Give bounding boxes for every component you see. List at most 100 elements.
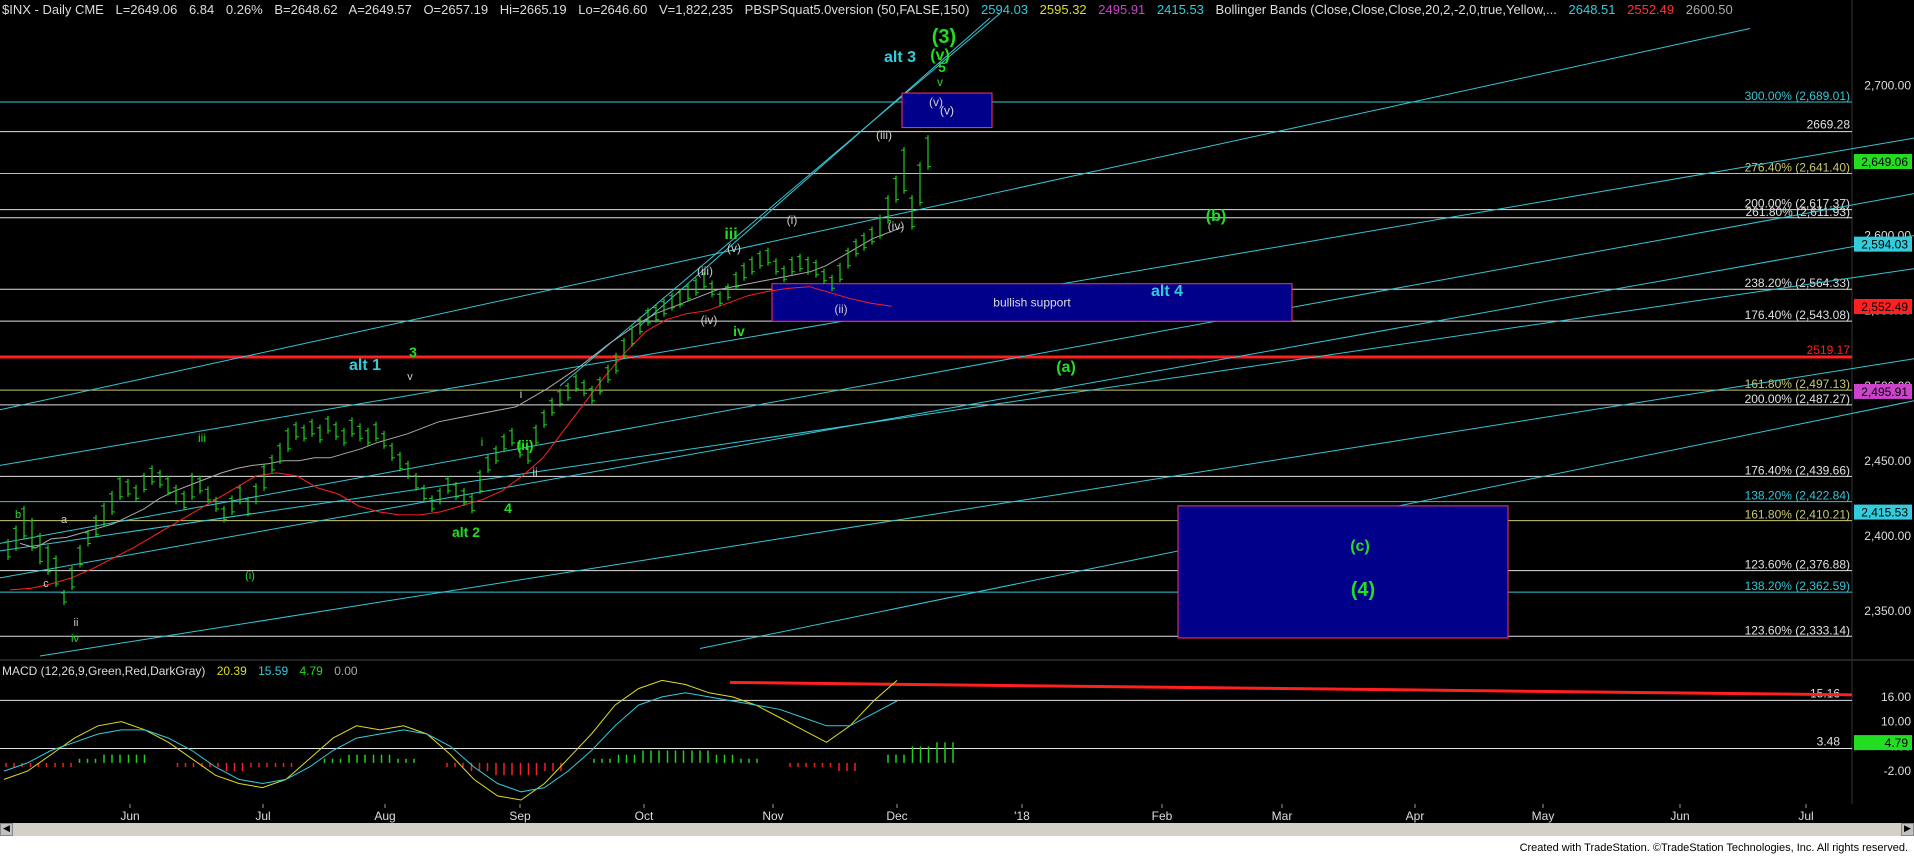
wave-label: 5 [938,59,946,75]
wave-label: b [15,509,21,521]
wave-label: (v) [727,241,741,255]
fib-label: 123.60% (2,376.88) [1745,558,1850,572]
x-tick-label: Feb [1152,809,1173,823]
wave-label: alt 4 [1151,283,1183,300]
macd-value-3: 4.79 [299,664,323,678]
study1-value-1: 2594.03 [981,2,1029,17]
box-label: bullish support [993,295,1071,309]
x-tick-label: Jul [255,809,270,823]
macd-level-label: 3.48 [1817,735,1841,749]
macd-tick-label: -2.00 [1884,764,1912,778]
fib-label: 261.80% (2,611.93) [1745,205,1850,219]
wave-label: (i) [787,213,798,227]
x-tick-label: Sep [509,809,531,823]
macd-tick-label: 10.00 [1881,715,1911,729]
fib-label: 200.00% (2,487.27) [1745,392,1850,406]
wave-label: ii [74,617,79,629]
wave-label: v [937,75,943,89]
wave-label: (v) [929,95,943,109]
macd-tick-label: 16.00 [1881,690,1911,704]
y-tick-label: 2,400.00 [1864,529,1911,543]
symbol-label: $INX - Daily CME [2,2,104,17]
fib-label: 161.80% (2,497.13) [1745,377,1850,391]
macd-header: MACD (12,26,9,Green,Red,DarkGray) 20.39 … [2,664,366,678]
wave-label: (ii) [834,302,847,316]
x-tick-label: Mar [1272,809,1293,823]
study2-value-2: 2552.49 [1627,2,1675,17]
x-tick-label: Dec [886,809,907,823]
wave-label: c [43,578,49,590]
wave-label: (c) [1350,538,1370,555]
wave-label: v [407,371,413,383]
x-tick-label: Jun [120,809,139,823]
wave-label: i [520,387,523,401]
bid-price: B=2648.62 [274,2,338,17]
wave-label: iv [71,633,79,645]
x-tick-label: May [1532,809,1555,823]
wave-label: alt 3 [884,49,916,66]
x-tick-label: '18 [1014,809,1030,823]
fib-label: 123.60% (2,333.14) [1745,623,1850,637]
wave-label: alt 2 [452,524,480,540]
x-tick-label: Apr [1406,809,1425,823]
wave-label: (iii) [876,128,892,142]
macd-value-4: 0.00 [334,664,358,678]
y-tick-label: 2,700.00 [1864,79,1911,93]
price-tag-label: 2,594.03 [1861,238,1908,252]
chart-background [0,0,1914,856]
volume-label: V=1,822,235 [658,2,734,17]
macd-tag-label: 4.79 [1885,736,1909,750]
fib-label: 138.20% (2,362.59) [1745,579,1850,593]
macd-value-1: 20.39 [216,664,247,678]
horizontal-line-label: 2669.28 [1807,118,1851,132]
wave-label: (4) [1351,579,1375,601]
fib-label: 138.20% (2,422.84) [1745,489,1850,503]
low-price: Lo=2646.60 [578,2,648,17]
wave-label: (iv) [701,313,718,327]
last-price: L=2649.06 [115,2,178,17]
horizontal-line-label: 2519.17 [1807,343,1851,357]
price-tag-label: 2,552.49 [1861,300,1908,314]
high-price: Hi=2665.19 [499,2,567,17]
fib-label: 161.80% (2,410.21) [1745,508,1850,522]
scroll-left-icon[interactable]: ◀ [0,823,13,836]
wave-label: alt 1 [349,357,381,374]
wave-label: ii [532,465,537,479]
wave-label: (iii) [697,264,713,278]
horizontal-scrollbar[interactable]: ◀ ▶ [0,823,1914,836]
study1-label: PBSPSquat5.0version (50,FALSE,150) [744,2,970,17]
x-tick-label: Jul [1798,809,1813,823]
wave-label: i [481,435,484,449]
fib-label: 176.40% (2,439.66) [1745,463,1850,477]
wave-label: (iv) [888,219,905,233]
y-tick-label: 2,450.00 [1864,454,1911,468]
y-tick-label: 2,350.00 [1864,604,1911,618]
study2-label: Bollinger Bands (Close,Close,Close,20,2,… [1215,2,1557,17]
study1-value-3: 2495.91 [1098,2,1146,17]
open-price: O=2657.19 [423,2,489,17]
fib-label: 276.40% (2,641.40) [1745,161,1850,175]
price-chart[interactable]: 2,700.002,650.002,600.002,550.002,500.00… [0,0,1914,856]
copyright-footer: Created with TradeStation. ©TradeStation… [1519,842,1908,854]
x-tick-label: Oct [635,809,654,823]
x-tick-label: Jun [1670,809,1689,823]
wave-label: (3) [932,26,956,48]
wave-label: a [61,514,68,526]
macd-value-2: 15.59 [258,664,289,678]
price-tag-label: 2,415.53 [1861,506,1908,520]
study1-value-2: 2595.32 [1039,2,1087,17]
percent-change: 0.26% [225,2,263,17]
wave-label: iv [733,323,745,339]
wave-label: (b) [1206,208,1226,225]
fib-label: 238.20% (2,564.33) [1745,276,1850,290]
price-tag-label: 2,495.91 [1861,385,1908,399]
study1-value-4: 2415.53 [1156,2,1204,17]
fib-label: 176.40% (2,543.08) [1745,308,1850,322]
x-tick-label: Aug [374,809,395,823]
wave-label: iii [198,431,206,445]
wave-label: 3 [409,344,417,360]
scroll-right-icon[interactable]: ▶ [1901,823,1914,836]
x-tick-label: Nov [762,809,783,823]
wave-label: (a) [1056,359,1076,376]
target-box [1177,505,1509,639]
